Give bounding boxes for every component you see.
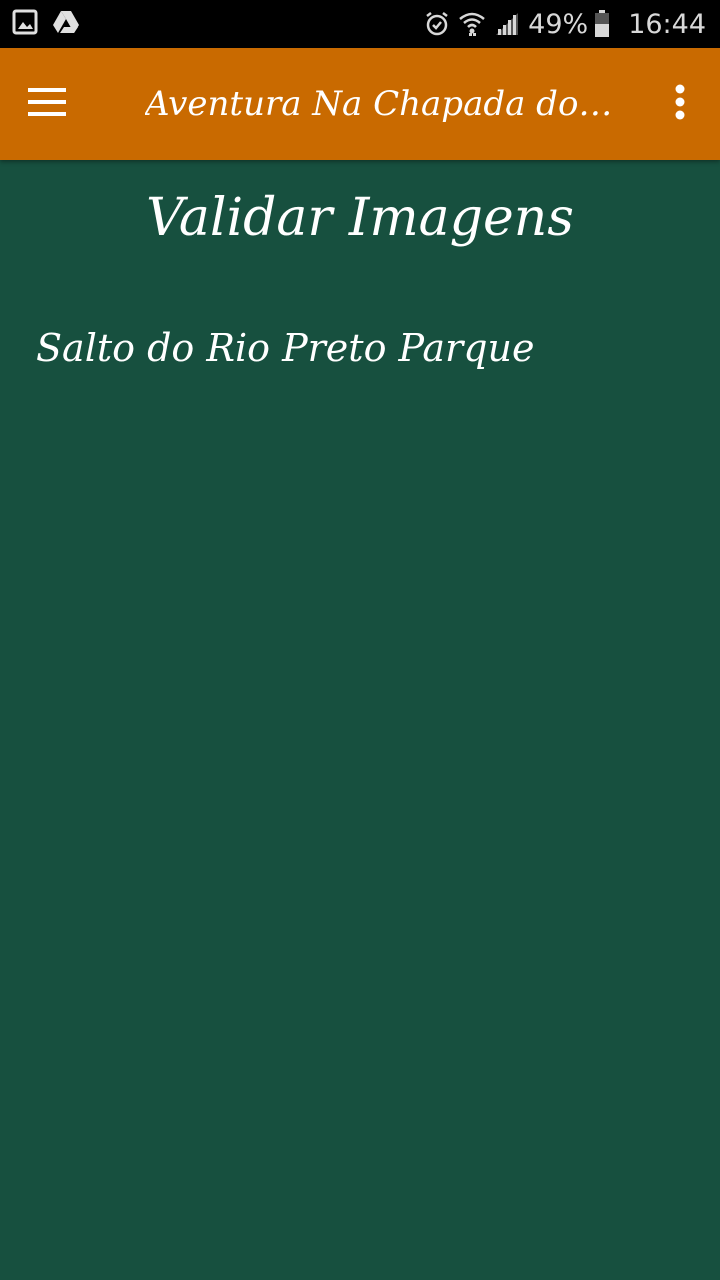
- signal-icon: [494, 11, 520, 37]
- battery-icon: [594, 10, 610, 38]
- overflow-menu-button[interactable]: [660, 76, 700, 132]
- status-left-icons: [12, 9, 94, 35]
- image-list: Salto do Rio Preto Parque: [36, 322, 684, 374]
- alarm-icon: [424, 11, 450, 37]
- more-vert-icon: [674, 84, 686, 124]
- list-item[interactable]: Salto do Rio Preto Parque: [36, 322, 684, 374]
- drive-icon: [52, 9, 80, 35]
- app-bar: Aventura Na Chapada dos...: [0, 48, 720, 160]
- page-title: Validar Imagens: [146, 188, 574, 248]
- app-title: Aventura Na Chapada dos...: [145, 84, 615, 124]
- menu-button[interactable]: [20, 76, 76, 132]
- hamburger-menu-icon: [28, 87, 68, 121]
- status-bar: 49% 16:44: [0, 0, 720, 48]
- screen: 49% 16:44 Aventura Na Chapada dos... Val…: [0, 0, 720, 1280]
- battery-percent: 49%: [528, 8, 589, 40]
- status-right-icons: 49% 16:44: [424, 0, 706, 48]
- wifi-icon: [458, 11, 486, 37]
- status-clock: 16:44: [628, 8, 706, 40]
- gallery-icon: [12, 9, 38, 35]
